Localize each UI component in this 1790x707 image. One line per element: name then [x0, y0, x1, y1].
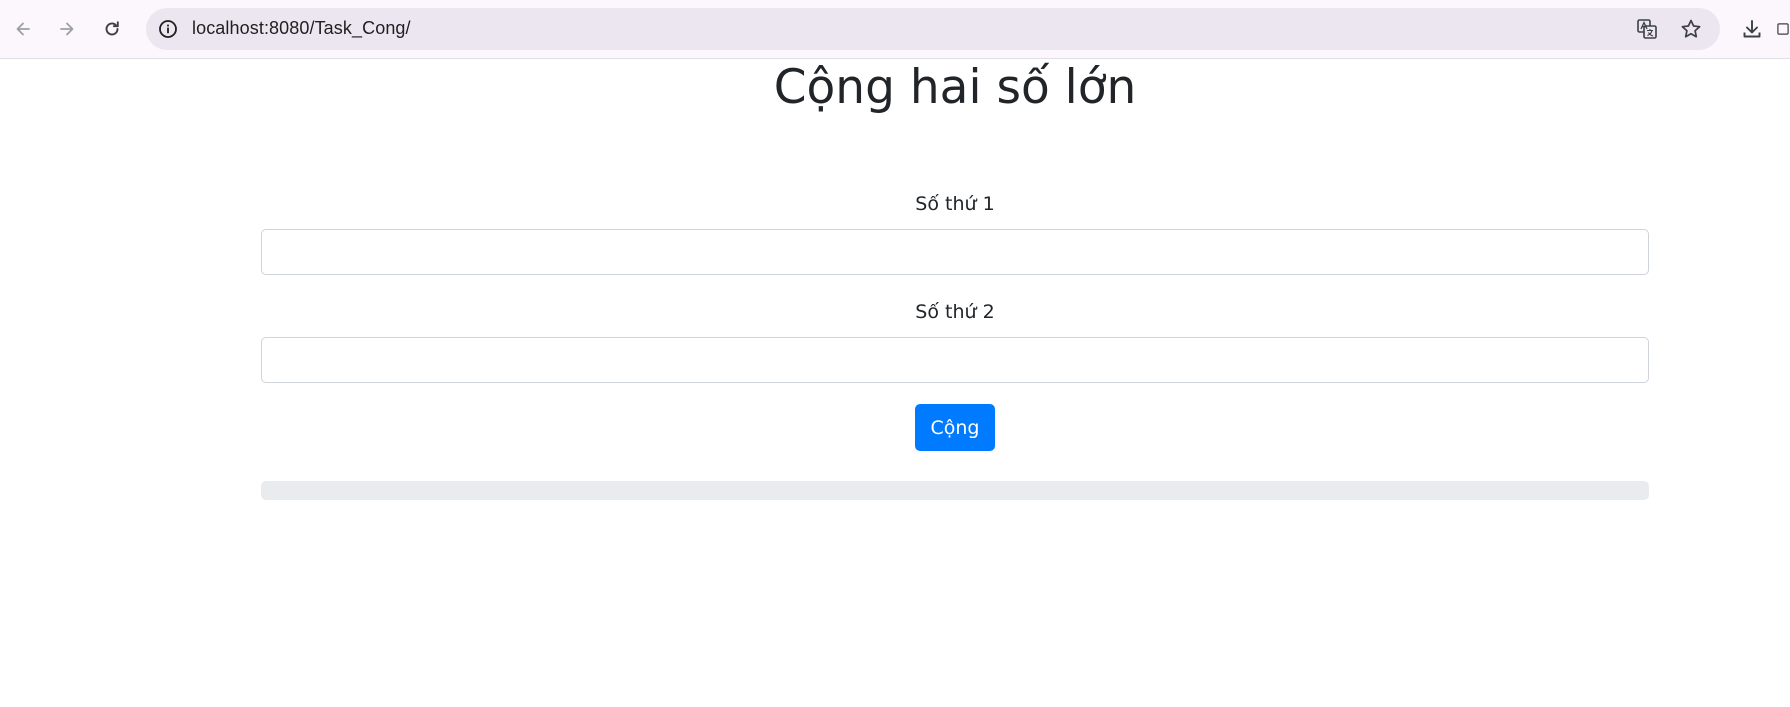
info-icon [159, 20, 177, 38]
field-2-label: Số thứ 2 [915, 301, 995, 323]
downloads-button[interactable] [1737, 14, 1767, 44]
back-button[interactable] [8, 14, 38, 44]
result-box [261, 481, 1649, 500]
side-panel-icon [1777, 23, 1789, 35]
star-icon [1681, 19, 1701, 38]
add-button[interactable]: Cộng [915, 404, 995, 451]
reload-icon [105, 21, 119, 36]
url-text[interactable]: localhost:8080/Task_Cong/ [192, 18, 411, 39]
number-2-input[interactable] [261, 337, 1649, 383]
number-1-input[interactable] [261, 229, 1649, 275]
address-bar[interactable]: localhost:8080/Task_Cong/ [146, 8, 1720, 50]
side-panel-button[interactable] [1776, 14, 1790, 44]
arrow-left-icon [16, 22, 30, 36]
download-icon [1743, 20, 1761, 38]
field-1-label: Số thứ 1 [915, 193, 995, 215]
translate-icon [1637, 19, 1657, 39]
bookmark-button[interactable] [1678, 16, 1704, 42]
reload-button[interactable] [97, 14, 127, 44]
page-title: Cộng hai số lớn [773, 60, 1137, 115]
translate-button[interactable] [1634, 16, 1660, 42]
arrow-right-icon [60, 22, 74, 36]
site-info-button[interactable] [154, 15, 182, 43]
browser-toolbar: localhost:8080/Task_Cong/ [0, 0, 1790, 59]
forward-button[interactable] [52, 14, 82, 44]
